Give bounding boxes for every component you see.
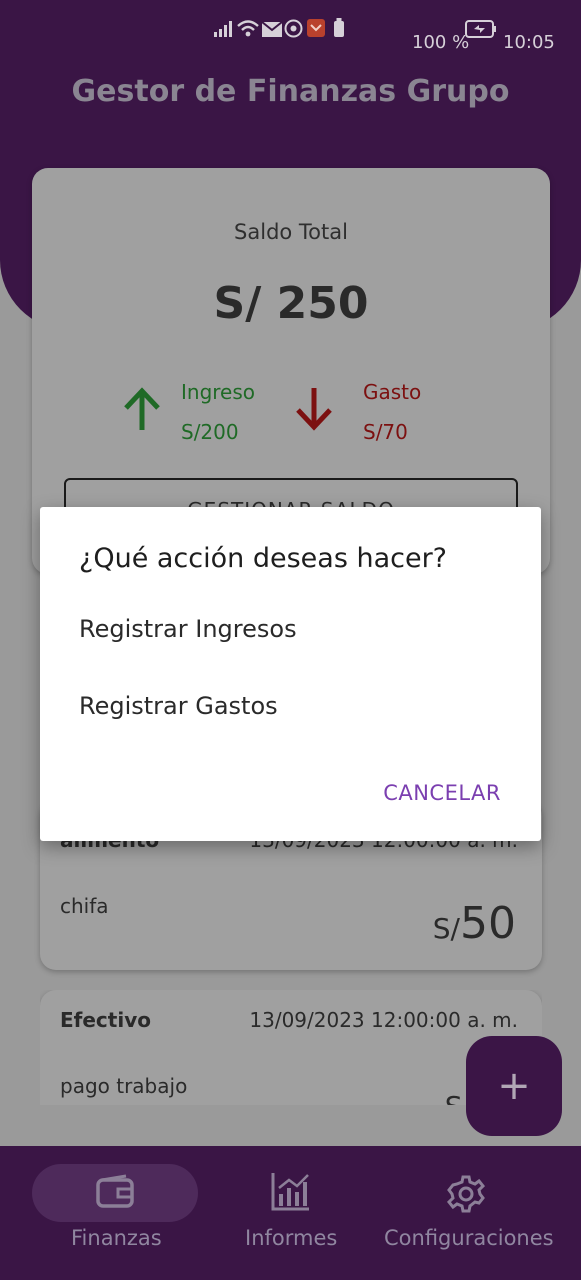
- chart-icon: [270, 1170, 312, 1216]
- expense-value: S/70: [363, 420, 408, 444]
- bottom-navigation: Finanzas Informes Configuraciones: [0, 1146, 581, 1280]
- transaction-amount: S/50: [433, 898, 516, 949]
- battery-saver-icon: [333, 18, 345, 43]
- transaction-description: chifa: [60, 894, 109, 918]
- add-fab-button[interactable]: +: [466, 1036, 562, 1136]
- arrow-up-icon: [122, 386, 162, 436]
- app-notification-icon: [307, 19, 325, 42]
- dialog-title: ¿Qué acción deseas hacer?: [79, 543, 448, 574]
- battery-icon: [465, 20, 497, 43]
- transaction-description: pago trabajo: [60, 1074, 188, 1098]
- mail-icon: [261, 21, 283, 42]
- transaction-date: 13/09/2023 12:00:00 a. m.: [249, 1008, 518, 1032]
- gear-icon: [446, 1174, 486, 1218]
- app-title: Gestor de Finanzas Grupo: [71, 74, 510, 109]
- nav-label-informes: Informes: [245, 1226, 338, 1250]
- status-bar: 100 % 10:05: [0, 18, 581, 70]
- nav-item-informes[interactable]: Informes: [230, 1146, 370, 1280]
- transaction-category: Efectivo: [60, 1008, 151, 1032]
- clock: 10:05: [503, 32, 555, 53]
- balance-label: Saldo Total: [234, 220, 348, 244]
- whatsapp-icon: [284, 19, 303, 43]
- cancel-button[interactable]: CANCELAR: [383, 781, 501, 805]
- battery-percent: 100 %: [412, 32, 470, 53]
- arrow-down-icon: [294, 386, 334, 436]
- wallet-icon: [96, 1174, 136, 1214]
- nav-label-configuraciones: Configuraciones: [384, 1226, 554, 1250]
- income-label: Ingreso: [181, 380, 256, 404]
- signal-icon: [213, 20, 233, 43]
- currency-symbol: S/: [432, 912, 460, 945]
- income-value: S/200: [181, 420, 239, 444]
- expense-label: Gasto: [363, 380, 422, 404]
- wifi-icon: [237, 19, 259, 44]
- register-income-option[interactable]: Registrar Ingresos: [79, 615, 297, 643]
- action-dialog: ¿Qué acción deseas hacer? Registrar Ingr…: [40, 507, 541, 841]
- nav-item-configuraciones[interactable]: Configuraciones: [370, 1146, 581, 1280]
- register-expenses-option[interactable]: Registrar Gastos: [79, 692, 278, 720]
- balance-amount: S/ 250: [213, 278, 369, 329]
- nav-item-finanzas[interactable]: Finanzas: [0, 1146, 230, 1280]
- amount-value: 50: [460, 898, 516, 949]
- nav-label-finanzas: Finanzas: [71, 1226, 162, 1250]
